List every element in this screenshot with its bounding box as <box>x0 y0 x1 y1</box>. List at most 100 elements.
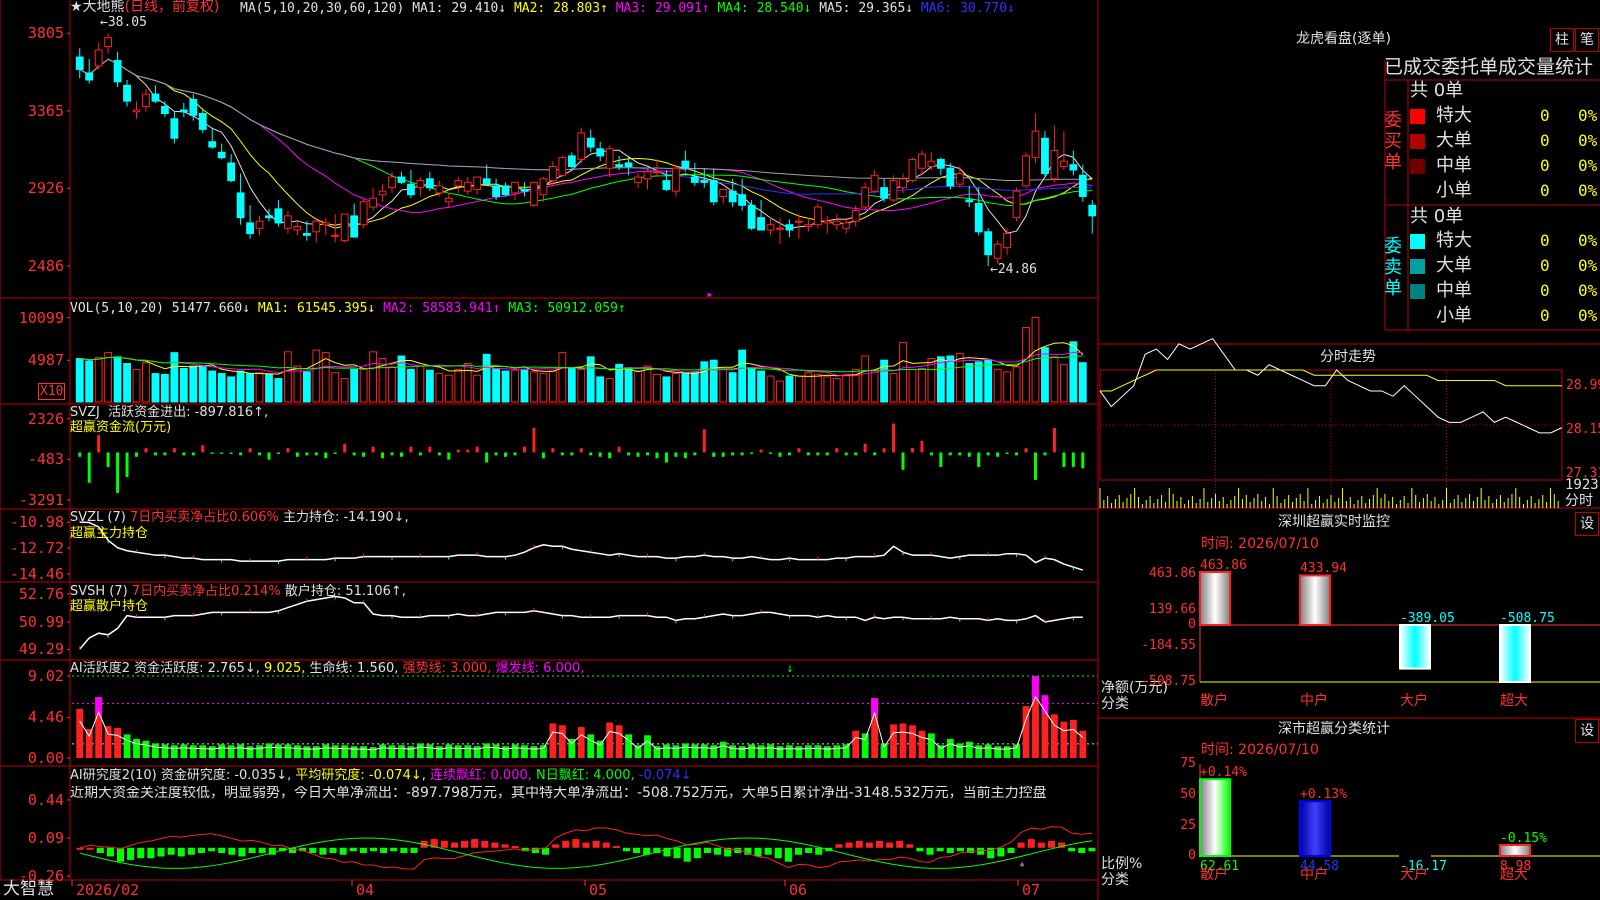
activity-bar <box>284 744 292 758</box>
candle-body <box>293 225 302 231</box>
ai-active-v2: 9.025, <box>264 661 306 676</box>
order-size-label: 中单 <box>1436 155 1472 176</box>
ai-research-v: -0.074↓ <box>638 768 692 783</box>
sz-class-settings-button[interactable]: 设 <box>1575 719 1599 743</box>
ma5-line <box>79 58 1093 234</box>
research-bar <box>218 847 226 853</box>
fund-flow-bar <box>447 452 451 460</box>
research-bar <box>197 847 206 853</box>
candle-body <box>539 178 548 196</box>
activity-bar <box>984 744 992 758</box>
fund-flow-bar <box>409 446 413 453</box>
volume-bar <box>832 378 841 403</box>
fund-flow-bar <box>163 452 167 456</box>
research-bar <box>400 847 408 853</box>
research-bar <box>86 847 94 850</box>
activity-bar <box>435 746 443 758</box>
fund-flow-bar <box>721 452 725 457</box>
activity-bar <box>530 746 538 758</box>
candle-body <box>407 183 415 196</box>
fund-flow-bar <box>475 446 479 453</box>
fund-flow-bar <box>873 452 877 456</box>
fund-flow-bar <box>305 452 309 456</box>
activity-bar <box>700 744 708 758</box>
y-tick-label: 52.76 <box>18 584 64 603</box>
research-bar <box>1027 839 1035 848</box>
volume-bar <box>719 368 728 403</box>
volume-bar <box>1059 363 1068 403</box>
dragon-subtitle: 已成交委托单成交量统计 <box>1384 56 1594 78</box>
volume-bar <box>918 368 926 403</box>
order-swatch <box>1410 184 1425 199</box>
volume-bar <box>1069 341 1078 403</box>
activity-bar <box>956 743 964 758</box>
volume-bar <box>681 372 690 403</box>
candle-body <box>899 178 907 189</box>
activity-bar <box>540 745 547 758</box>
volume-bar <box>236 370 245 403</box>
candle-body <box>974 203 983 233</box>
chart-canvas[interactable]: ▶ ↓ ▲ <box>0 0 1600 900</box>
volume-bar <box>548 370 557 403</box>
bar-view-button[interactable]: 柱 <box>1550 28 1574 52</box>
order-swatch <box>1410 259 1425 274</box>
research-bar <box>794 847 803 855</box>
vol-ma3: MA3: 50912.059↑ <box>508 301 626 316</box>
activity-bar <box>322 744 330 758</box>
candle-body <box>435 185 444 194</box>
fund-flow-bar <box>87 452 91 483</box>
ma6-value: MA6: 30.770↓ <box>920 1 1015 16</box>
activity-bar <box>161 744 169 758</box>
activity-bar <box>558 725 566 758</box>
fund-flow-bar <box>258 452 262 456</box>
volume-bar <box>908 368 917 403</box>
candle-body <box>927 160 936 167</box>
research-bar <box>946 847 954 853</box>
volume-bar <box>454 368 463 403</box>
order-size-label: 大单 <box>1436 255 1472 276</box>
volume-bar <box>104 352 113 403</box>
order-pct: 0% <box>1578 156 1598 175</box>
order-count: 0 <box>1540 131 1550 150</box>
tick-view-button[interactable]: 笔 <box>1575 28 1599 52</box>
research-bar <box>683 847 691 862</box>
bar-散户 <box>1199 571 1231 626</box>
bar-中户 <box>1299 800 1331 857</box>
candle-body <box>1059 160 1068 167</box>
intraday-y-tick: 28.15 <box>1566 422 1600 438</box>
intraday-vol-unit: 分时 <box>1565 493 1593 509</box>
research-bar <box>76 847 84 850</box>
activity-bar <box>681 743 689 758</box>
svzl-label: SVZL (7) <box>70 510 126 525</box>
research-bar <box>228 847 236 855</box>
fund-flow-bar <box>863 443 867 453</box>
fund-flow-bar <box>627 452 631 456</box>
volume-bar <box>965 363 974 403</box>
research-bar <box>936 847 944 852</box>
fund-flow-bar <box>125 452 129 478</box>
volume-bar <box>435 373 444 403</box>
activity-bar <box>256 745 263 758</box>
fund-flow-bar <box>769 452 773 454</box>
fund-flow-bar <box>977 452 981 467</box>
research-bar <box>622 847 631 852</box>
activity-bar <box>767 744 774 758</box>
activity-bar <box>152 743 159 758</box>
ai-life-line: 生命线: 1.560, <box>309 661 399 676</box>
bar-value-label: -389.05 <box>1400 611 1455 626</box>
volume-bar <box>151 373 160 403</box>
volume-bar <box>634 370 642 403</box>
research-bar <box>754 847 762 857</box>
research-bar <box>784 847 792 862</box>
volume-bar <box>1012 366 1021 403</box>
fund-flow-bar <box>97 435 101 453</box>
research-bar <box>855 840 863 848</box>
fund-flow-bar <box>418 452 422 456</box>
activity-bar <box>426 744 434 758</box>
candle-body <box>870 174 879 192</box>
fund-flow-bar <box>135 452 139 457</box>
candle-body <box>217 151 226 159</box>
sz-monitor-settings-button[interactable]: 设 <box>1575 512 1599 536</box>
volume-bar <box>1050 356 1059 403</box>
research-bar <box>329 847 337 853</box>
